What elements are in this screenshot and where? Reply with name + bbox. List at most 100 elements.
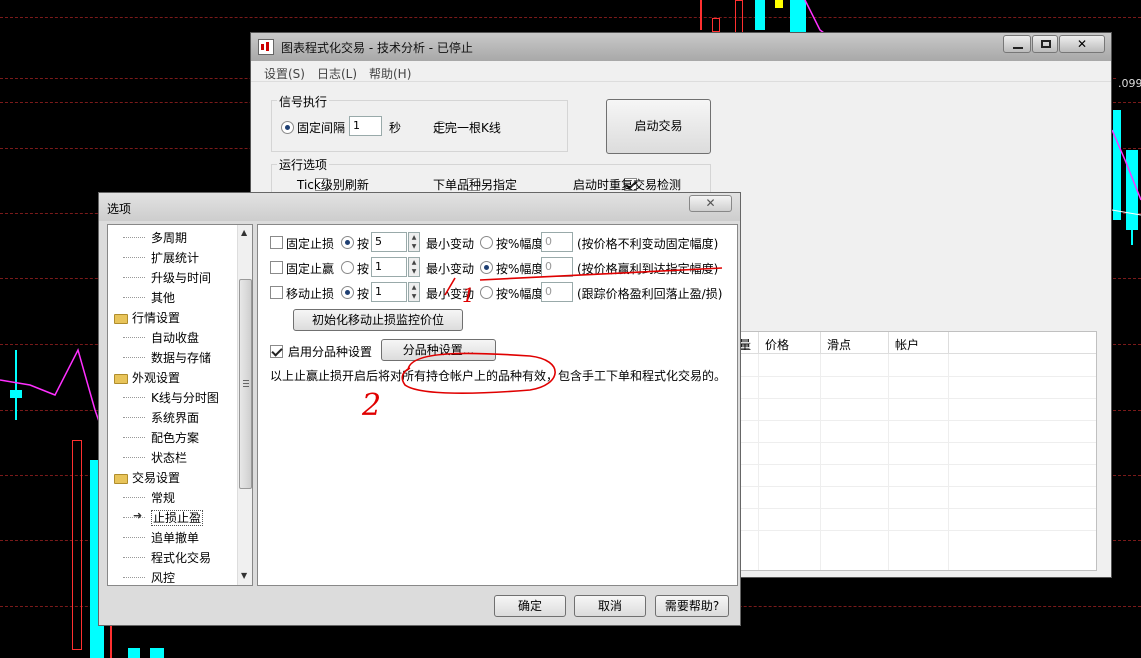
by-tick-label: 按 <box>357 237 370 251</box>
tree-item[interactable]: 多周期 <box>123 229 188 246</box>
enable-per-product-checkbox[interactable] <box>270 345 283 358</box>
help-button[interactable]: 需要帮助? <box>655 595 729 617</box>
col-price[interactable]: 价格 <box>765 336 789 353</box>
main-window-title: 图表程式化交易 - 技术分析 - 已停止 <box>281 41 473 55</box>
tree-item-label: 多周期 <box>151 231 188 245</box>
tree-item[interactable]: 追单撤单 <box>123 529 199 546</box>
tree-guide <box>123 237 145 238</box>
tree-guide <box>123 557 145 558</box>
by-tick-radio[interactable] <box>341 236 354 249</box>
tree-guide <box>123 297 145 298</box>
by-pct-radio[interactable] <box>480 261 493 274</box>
row-note: (按价格不利变动固定幅度) <box>577 237 719 251</box>
minimize-button[interactable] <box>1003 35 1031 53</box>
tree-item[interactable]: 系统界面 <box>123 409 199 426</box>
by-tick-input[interactable]: 5 <box>371 232 407 252</box>
tree-group[interactable]: 行情设置 <box>114 309 180 326</box>
tree-item[interactable]: 配色方案 <box>123 429 199 446</box>
tree-item[interactable]: 数据与存储 <box>123 349 211 366</box>
tree-item[interactable]: 风控 <box>123 569 176 585</box>
min-tick-label: 最小变动 <box>426 237 475 251</box>
options-title: 选项 <box>107 202 132 216</box>
tree-item-label: 风控 <box>151 571 176 585</box>
options-close-button[interactable]: ✕ <box>689 195 732 212</box>
main-title-bar[interactable]: 图表程式化交易 - 技术分析 - 已停止 ✕ <box>251 33 1111 61</box>
signal-group-title: 信号执行 <box>277 93 330 110</box>
row-label: 固定止赢 <box>286 262 335 276</box>
by-tick-label: 按 <box>357 262 370 276</box>
by-tick-input[interactable]: 1 <box>371 257 407 277</box>
by-tick-input[interactable]: 1 <box>371 282 407 302</box>
tree-item[interactable]: 常规 <box>123 489 175 506</box>
close-button[interactable]: ✕ <box>1059 35 1105 53</box>
seconds-unit: 秒 <box>389 121 402 135</box>
start-trading-button[interactable]: 启动交易 <box>606 99 711 154</box>
tree-item-label: 外观设置 <box>132 371 181 385</box>
fixed-interval-radio[interactable] <box>281 121 294 134</box>
ok-button[interactable]: 确定 <box>494 595 566 617</box>
tree-guide <box>123 437 145 438</box>
by-tick-radio[interactable] <box>341 286 354 299</box>
tree-item-label: 其他 <box>151 291 176 305</box>
tree-guide <box>123 397 145 398</box>
row-enable-checkbox[interactable] <box>270 286 283 299</box>
tree-item[interactable]: 其他 <box>123 289 176 306</box>
tree-guide <box>123 277 145 278</box>
col-slippage[interactable]: 滑点 <box>827 336 851 353</box>
scroll-down-icon[interactable]: ▼ <box>241 571 247 580</box>
cancel-button[interactable]: 取消 <box>574 595 646 617</box>
tree-guide <box>123 497 145 498</box>
by-pct-input[interactable]: 0 <box>541 232 573 252</box>
by-tick-radio[interactable] <box>341 261 354 274</box>
tree-item-label: 止损止盈 <box>151 510 204 526</box>
spinner-arrows-icon[interactable]: ▲ ▼ <box>408 232 420 252</box>
row-enable-checkbox[interactable] <box>270 261 283 274</box>
row-enable-checkbox[interactable] <box>270 236 283 249</box>
repeat-check-label: 启动时重复交易检测 <box>573 178 682 192</box>
minimize-icon <box>1013 47 1023 49</box>
init-trailing-button[interactable]: 初始化移动止损监控价位 <box>293 309 463 331</box>
by-pct-radio[interactable] <box>480 236 493 249</box>
annotation-mark-2: 2 <box>362 388 382 423</box>
tree-item[interactable]: 程式化交易 <box>123 549 211 566</box>
row-label: 固定止损 <box>286 237 335 251</box>
spinner-arrows-icon[interactable]: ▲ ▼ <box>408 257 420 277</box>
maximize-button[interactable] <box>1032 35 1058 53</box>
tree-item[interactable]: 扩展统计 <box>123 249 199 266</box>
spinner-arrows-icon[interactable]: ▲ ▼ <box>408 282 420 302</box>
menu-settings[interactable]: 设置(S) <box>264 65 305 82</box>
folder-icon <box>114 373 128 384</box>
by-pct-radio[interactable] <box>480 286 493 299</box>
tree-item[interactable]: K线与分时图 <box>123 389 219 406</box>
by-pct-input[interactable]: 0 <box>541 282 573 302</box>
menu-log[interactable]: 日志(L) <box>317 65 357 82</box>
tree-item[interactable]: 状态栏 <box>123 449 187 466</box>
tree-item[interactable]: 升级与时间 <box>123 269 211 286</box>
tree-group[interactable]: 外观设置 <box>114 369 180 386</box>
by-pct-input[interactable]: 0 <box>541 257 573 277</box>
tree-group[interactable]: 交易设置 <box>114 469 180 486</box>
scroll-up-icon[interactable]: ▲ <box>241 228 247 237</box>
options-tree: 多周期扩展统计升级与时间其他行情设置自动收盘数据与存储外观设置 K线与分时图 系统界… <box>107 224 253 586</box>
tree-guide <box>123 577 145 578</box>
per-product-button[interactable]: 分品种设置... <box>381 339 496 361</box>
min-tick-label: 最小变动 <box>426 262 475 276</box>
price-label: .099 <box>1118 77 1141 90</box>
tree-guide <box>123 457 145 458</box>
tick-refresh-label: Tick级别刷新 <box>297 178 369 192</box>
folder-icon <box>114 313 128 324</box>
col-account[interactable]: 帐户 <box>895 336 919 353</box>
tree-guide <box>123 337 145 338</box>
tree-item-label: 行情设置 <box>132 311 181 325</box>
fixed-interval-input[interactable]: 1 <box>349 116 382 136</box>
scroll-thumb[interactable] <box>239 279 252 489</box>
tree-item[interactable]: 自动收盘 <box>123 329 200 346</box>
tree-scrollbar[interactable]: ▲ ▼ <box>237 225 252 585</box>
options-title-bar[interactable]: 选项 ✕ <box>99 193 740 221</box>
by-tick-label: 按 <box>357 287 370 301</box>
tree-item[interactable]: ➜ 止损止盈 <box>123 509 204 526</box>
fixed-interval-label: 固定间隔 <box>297 121 346 135</box>
tree-item-label: 自动收盘 <box>151 331 200 345</box>
close-icon: ✕ <box>705 196 716 210</box>
menu-help[interactable]: 帮助(H) <box>369 65 411 82</box>
